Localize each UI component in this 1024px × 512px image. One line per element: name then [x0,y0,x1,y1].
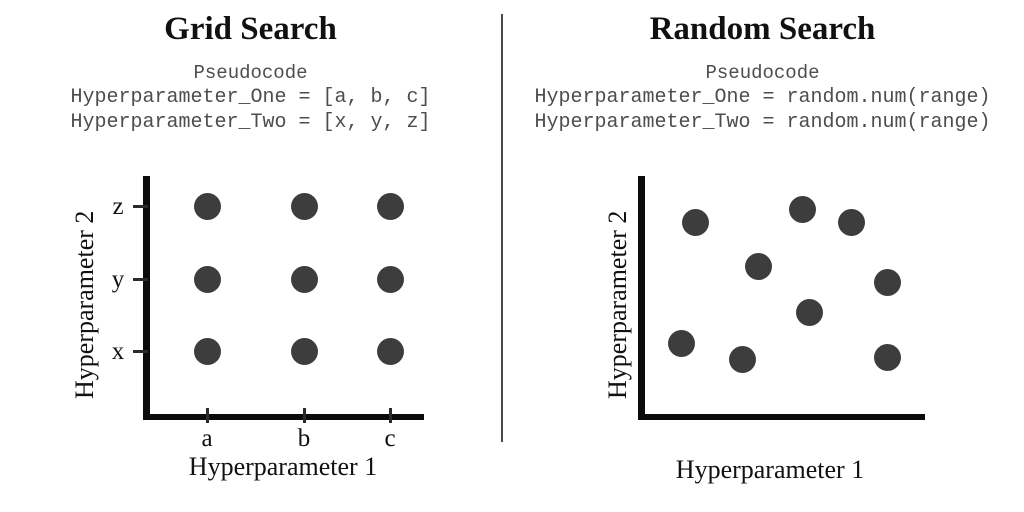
grid-x-tick-a [206,408,209,423]
grid-x-axis-title: Hyperparameter 1 [188,452,378,481]
random-y-axis-line [638,176,645,420]
random-point [837,208,865,236]
grid-pseudocode-line-2: Hyperparameter_Two = [x, y, z] [70,111,431,134]
grid-y-axis-title: Hyperparameter 2 [70,210,99,399]
grid-point [290,265,318,293]
grid-search-title: Grid Search [164,11,337,47]
grid-y-axis-line [143,176,150,420]
random-point [744,252,772,280]
random-y-axis-title: Hyperparameter 2 [603,210,632,399]
random-pseudocode-label: Pseudocode [705,62,820,84]
random-x-axis-title: Hyperparameter 1 [675,455,865,484]
grid-x-tick-b [303,408,306,423]
grid-search-panel: Grid Search Pseudocode Hyperparameter_On… [0,0,501,512]
grid-x-ticklabel-a: a [201,425,213,452]
random-pseudocode-line-1: Hyperparameter_One = random.num(range) [534,86,991,109]
grid-point [290,337,318,365]
grid-point [290,192,318,220]
grid-x-ticklabel-c: c [384,425,396,452]
grid-pseudocode-label: Pseudocode [193,62,308,84]
grid-x-tick-c [389,408,392,423]
random-point [681,208,709,236]
grid-x-axis-line [143,414,424,420]
grid-y-ticklabel-z: z [112,193,124,220]
random-point [873,268,901,296]
grid-y-tick-x [133,350,148,353]
grid-x-ticklabel-b: b [297,425,311,452]
grid-y-ticklabel-y: y [111,266,125,293]
random-pseudocode-line-2: Hyperparameter_Two = random.num(range) [534,111,991,134]
grid-point [193,192,221,220]
random-search-title: Random Search [649,11,876,47]
grid-point [376,337,404,365]
grid-y-tick-z [133,205,148,208]
random-search-panel: Random Search Pseudocode Hyperparameter_… [501,0,1024,512]
grid-y-tick-y [133,278,148,281]
random-point [667,329,695,357]
grid-point [376,265,404,293]
grid-point [376,192,404,220]
grid-y-ticklabel-x: x [111,338,125,365]
grid-point [193,337,221,365]
random-point [795,298,823,326]
random-point [788,195,816,223]
random-point [873,343,901,371]
grid-pseudocode-line-1: Hyperparameter_One = [a, b, c] [70,86,431,109]
grid-point [193,265,221,293]
random-point [728,345,756,373]
random-x-axis-line [638,414,925,420]
